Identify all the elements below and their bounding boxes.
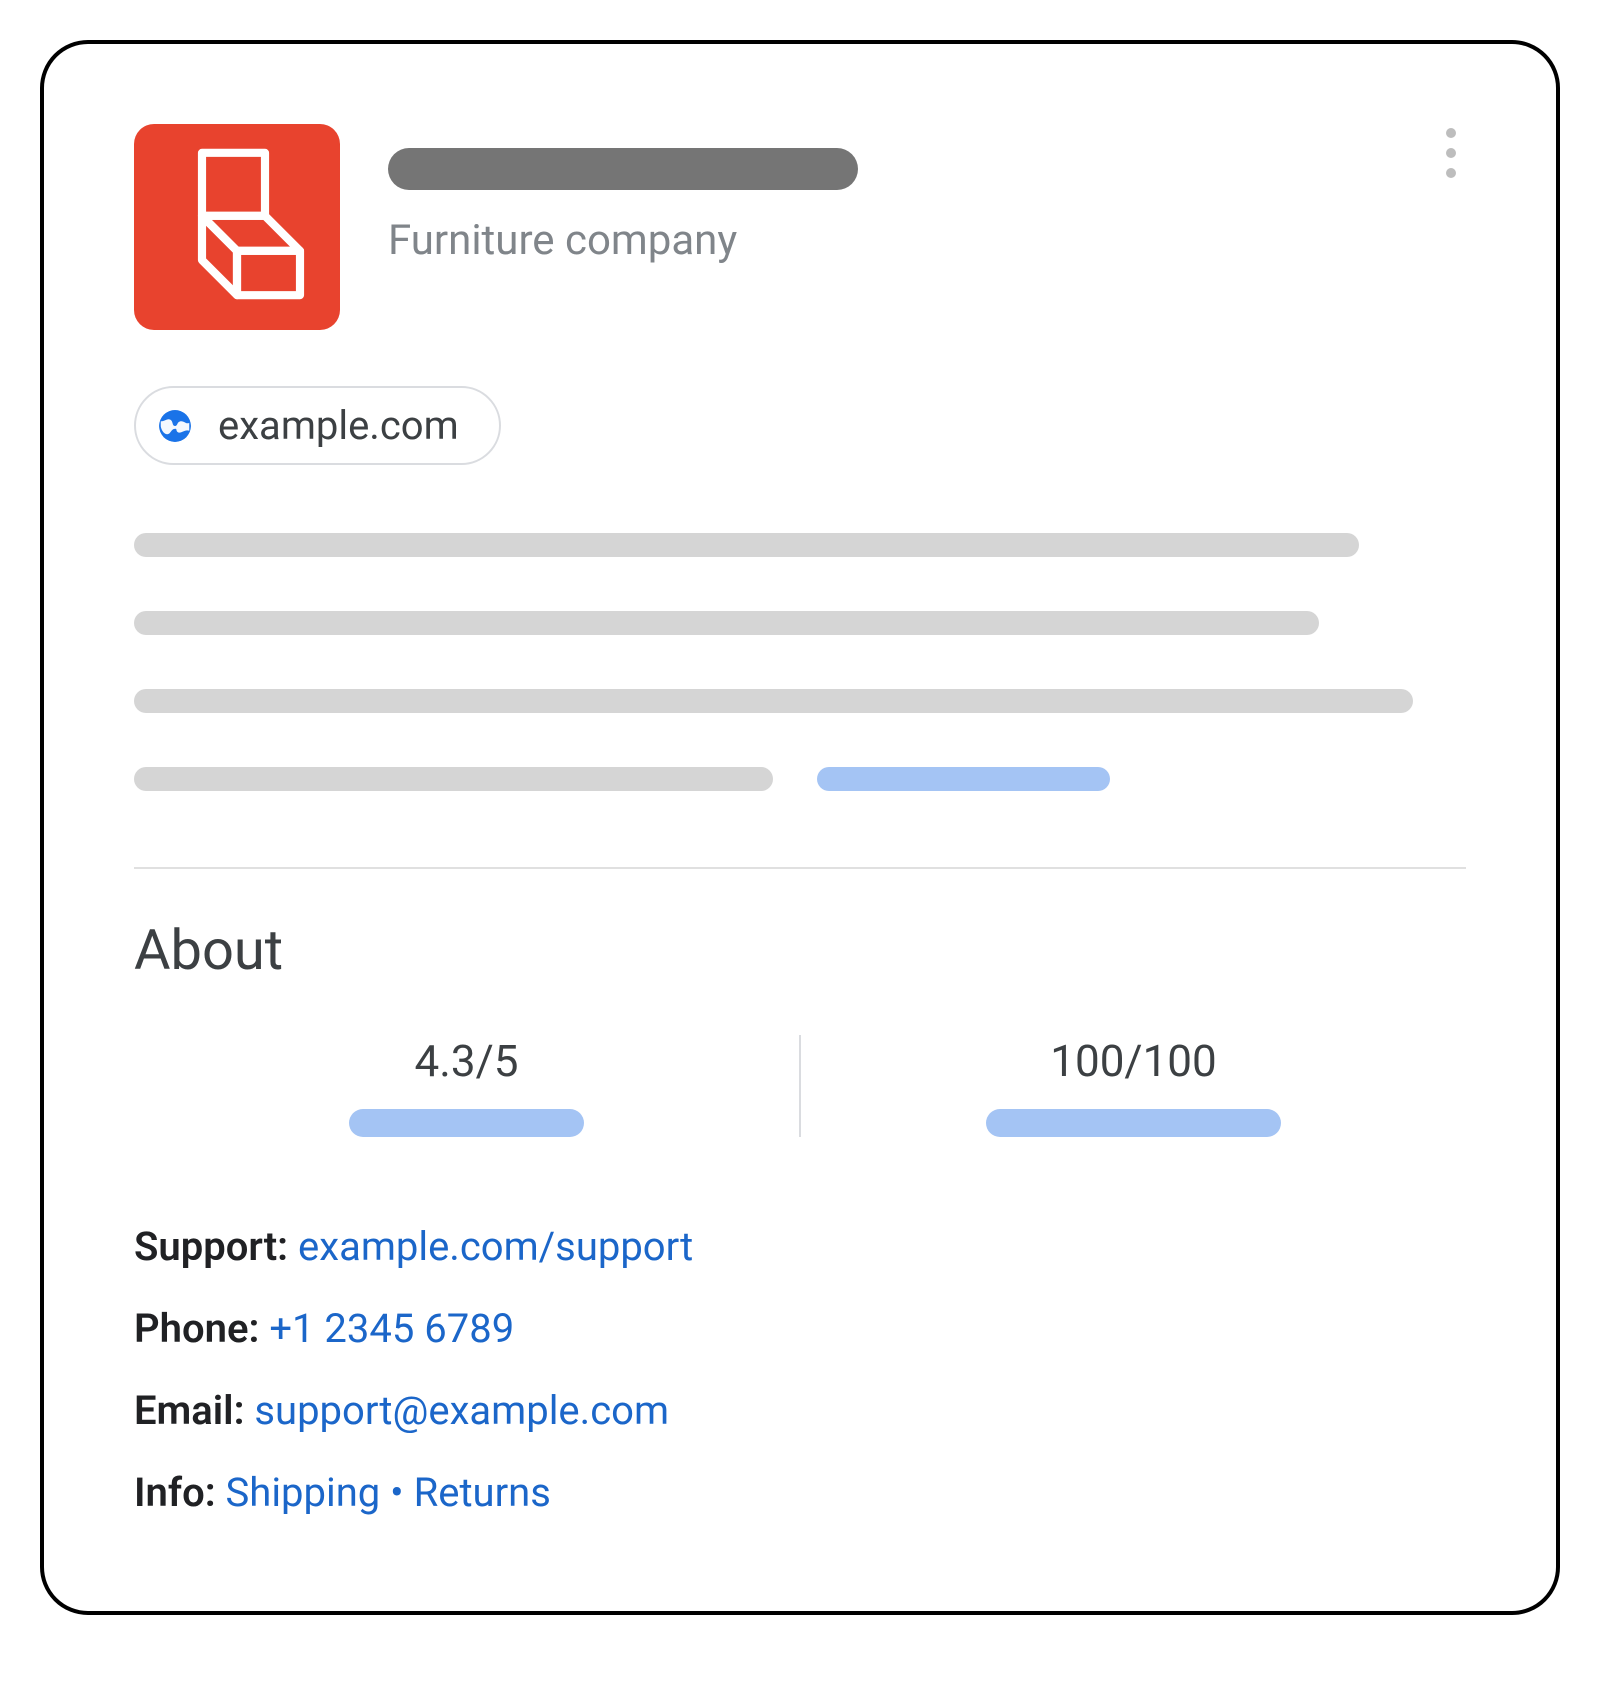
website-chip[interactable]: example.com (134, 386, 501, 465)
globe-icon (156, 407, 194, 445)
placeholder-line (134, 533, 1359, 557)
more-menu-icon[interactable] (1436, 118, 1466, 188)
business-category: Furniture company (388, 216, 858, 265)
placeholder-line (134, 689, 1413, 713)
stat-rating: 4.3/5 (134, 1035, 799, 1137)
business-name-placeholder (388, 148, 858, 190)
about-heading: About (134, 917, 1466, 983)
stat-rating-label-placeholder (349, 1109, 584, 1137)
header: Furniture company (134, 124, 1466, 330)
info-label: Info: (134, 1469, 216, 1516)
phone-row: Phone: +1 2345 6789 (134, 1301, 1466, 1357)
description-placeholder (134, 533, 1466, 791)
stat-score: 100/100 (801, 1035, 1466, 1137)
stat-score-label-placeholder (986, 1109, 1281, 1137)
placeholder-line (134, 767, 773, 791)
chair-icon (167, 145, 307, 310)
email-label: Email: (134, 1387, 244, 1434)
stat-score-value: 100/100 (1050, 1035, 1217, 1087)
stats-row: 4.3/5 100/100 (134, 1035, 1466, 1137)
support-label: Support: (134, 1223, 288, 1270)
divider (134, 867, 1466, 869)
info-returns-link[interactable]: Returns (414, 1469, 551, 1516)
placeholder-link[interactable] (817, 767, 1110, 791)
business-logo (134, 124, 340, 330)
stat-rating-value: 4.3/5 (415, 1035, 519, 1087)
knowledge-panel-card: Furniture company example.com About 4.3/… (40, 40, 1560, 1615)
placeholder-line (134, 611, 1319, 635)
support-link[interactable]: example.com/support (298, 1223, 693, 1270)
phone-label: Phone: (134, 1305, 259, 1352)
contact-block: Support: example.com/support Phone: +1 2… (134, 1219, 1466, 1521)
info-row: Info: Shipping • Returns (134, 1465, 1466, 1521)
website-label: example.com (218, 402, 459, 449)
phone-link[interactable]: +1 2345 6789 (269, 1305, 514, 1352)
support-row: Support: example.com/support (134, 1219, 1466, 1275)
info-separator: • (380, 1469, 413, 1516)
email-row: Email: support@example.com (134, 1383, 1466, 1439)
info-shipping-link[interactable]: Shipping (226, 1469, 381, 1516)
title-block: Furniture company (388, 124, 858, 265)
email-link[interactable]: support@example.com (254, 1387, 669, 1434)
